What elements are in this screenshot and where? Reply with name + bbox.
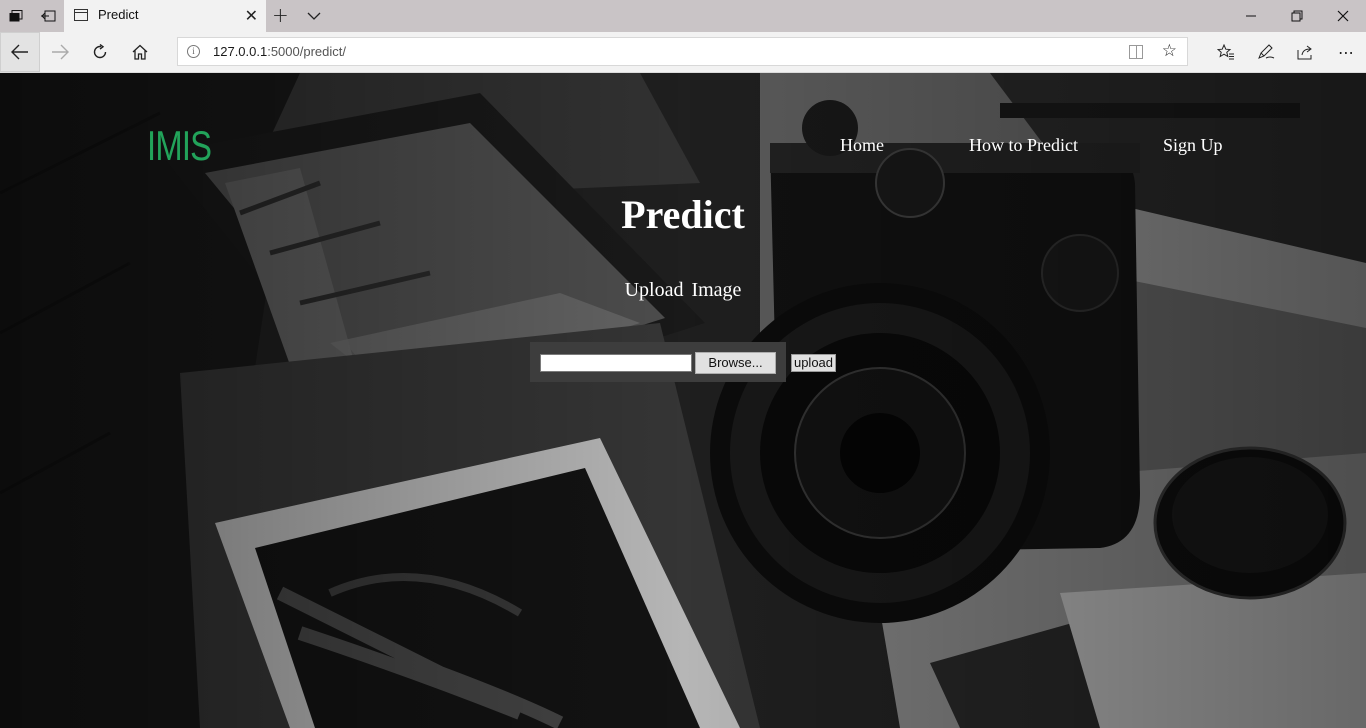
plus-icon[interactable]: + bbox=[272, 3, 289, 27]
minimize-icon[interactable] bbox=[1228, 0, 1274, 32]
info-icon[interactable]: i bbox=[187, 45, 200, 58]
browse-button[interactable]: Browse... bbox=[695, 352, 776, 374]
star-icon[interactable]: ☆ bbox=[1162, 41, 1177, 61]
refresh-icon[interactable] bbox=[80, 32, 120, 72]
nav-how-to-predict[interactable]: How to Predict bbox=[969, 135, 1078, 156]
share-icon[interactable] bbox=[1286, 32, 1326, 72]
chevron-down-icon[interactable] bbox=[306, 5, 322, 25]
favorites-list-icon[interactable] bbox=[1206, 32, 1246, 72]
forward-arrow-icon[interactable] bbox=[40, 32, 80, 72]
site-logo[interactable]: IMIS bbox=[147, 125, 212, 167]
tab-title: Predict bbox=[98, 7, 139, 22]
upload-button[interactable]: upload bbox=[791, 354, 836, 372]
browser-tab-bar: Predict ✕ + bbox=[0, 0, 1366, 32]
pen-icon[interactable] bbox=[1246, 32, 1286, 72]
tab-set-aside-icon[interactable] bbox=[0, 0, 31, 32]
tab-preview-icon[interactable] bbox=[32, 0, 63, 32]
url-host: 127.0.0.1 bbox=[213, 44, 268, 59]
page-icon bbox=[74, 9, 88, 21]
page-title: Predict bbox=[621, 192, 745, 237]
close-window-icon[interactable] bbox=[1320, 0, 1366, 32]
more-icon[interactable]: ⋯ bbox=[1326, 32, 1366, 72]
browser-toolbar: i 127.0.0.1:5000/predict/ ☆ ⋯ bbox=[0, 32, 1366, 73]
url-path: :5000/predict/ bbox=[267, 44, 346, 59]
address-bar[interactable]: i 127.0.0.1:5000/predict/ ☆ bbox=[177, 37, 1188, 66]
background-photo bbox=[0, 73, 1366, 728]
upload-subheading: Upload Image bbox=[624, 279, 742, 301]
restore-icon[interactable] bbox=[1274, 0, 1320, 32]
back-arrow-icon[interactable] bbox=[0, 32, 40, 72]
nav-home[interactable]: Home bbox=[840, 135, 884, 156]
url-text: 127.0.0.1:5000/predict/ bbox=[213, 44, 346, 59]
reading-view-icon[interactable] bbox=[1129, 45, 1143, 59]
file-path-field[interactable] bbox=[540, 354, 692, 372]
browser-tab-active[interactable]: Predict ✕ bbox=[64, 0, 266, 32]
close-tab-icon[interactable]: ✕ bbox=[245, 6, 258, 25]
nav-sign-up[interactable]: Sign Up bbox=[1163, 135, 1223, 156]
home-icon[interactable] bbox=[120, 32, 160, 72]
web-page: IMIS Home How to Predict Sign Up Predict… bbox=[0, 73, 1366, 728]
